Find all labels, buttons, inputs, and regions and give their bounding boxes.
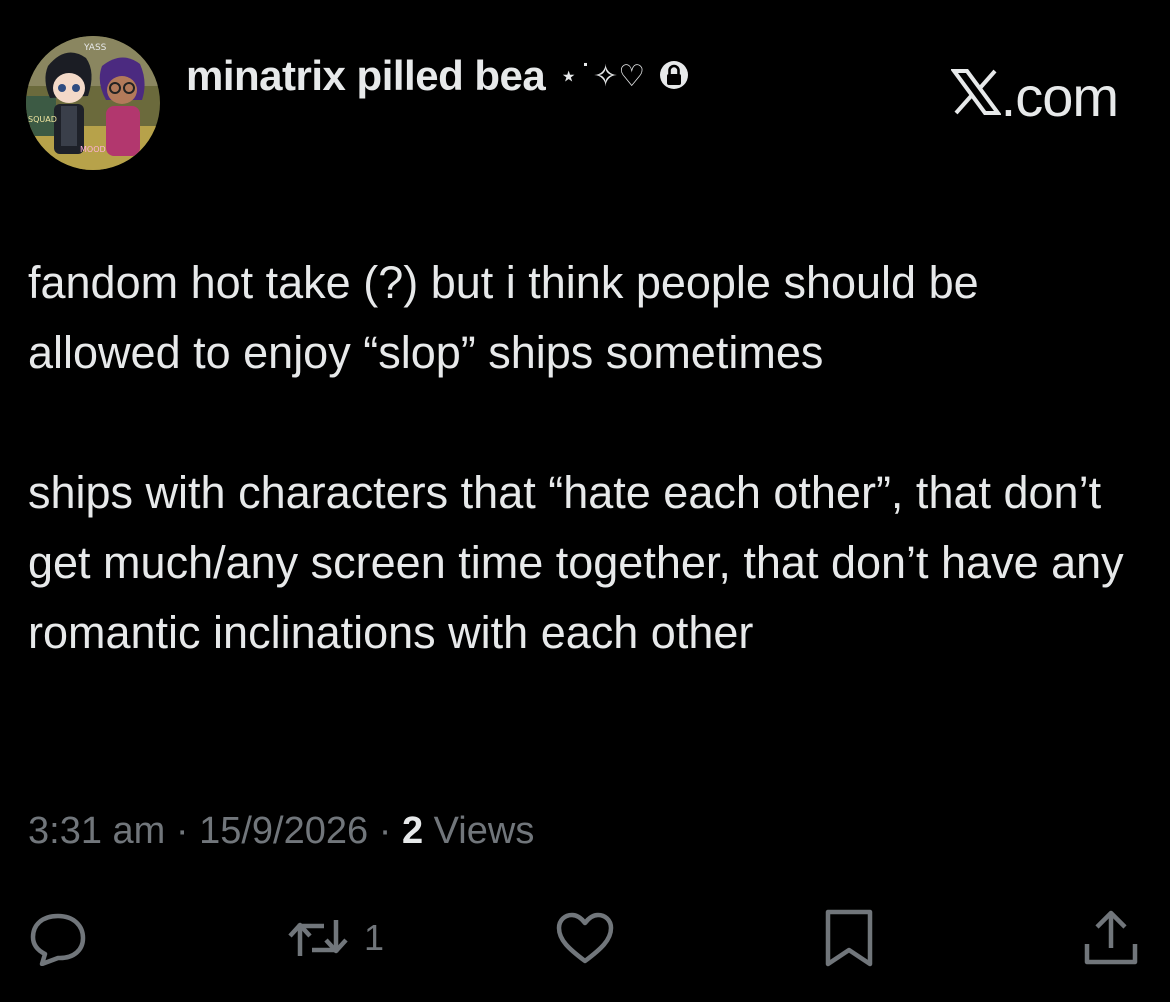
views-label[interactable]: Views [434,810,535,852]
repost-icon [286,914,350,962]
share-button[interactable] [1082,898,1140,978]
tweet-date[interactable]: 15/9/2026 [199,810,368,852]
bookmark-icon [822,908,876,968]
reply-icon [28,910,88,966]
avatar-image: YASS SQUAD MOOD [26,36,160,170]
tweet-paragraph: ships with characters that “hate each ot… [28,467,1124,658]
repost-button[interactable]: 1 [286,898,384,978]
tweet-paragraph: fandom hot take (?) but i think people s… [28,257,979,378]
x-logo-icon [949,64,1002,129]
author-row: minatrix pilled bea ⋆˙✧♡ [186,52,689,100]
author-display-name[interactable]: minatrix pilled bea [186,52,546,100]
lock-icon [659,57,689,96]
svg-text:YASS: YASS [83,43,107,53]
meta-separator: · [378,810,392,852]
tweet-meta: 3:31 am · 15/9/2026 · 2 Views [28,810,534,853]
heart-icon [555,911,615,965]
brand-watermark: .com [949,64,1119,129]
bookmark-button[interactable] [822,898,876,978]
brand-domain: .com [1000,65,1119,128]
reply-button[interactable] [28,898,88,978]
views-count[interactable]: 2 [402,810,423,852]
meta-separator: · [175,810,189,852]
svg-text:MOOD: MOOD [80,145,106,154]
name-decoration: ⋆˙✧♡ [559,58,646,94]
svg-text:SQUAD: SQUAD [28,115,57,124]
like-button[interactable] [555,898,615,978]
avatar[interactable]: YASS SQUAD MOOD [26,36,160,170]
repost-count: 1 [364,917,385,958]
action-bar: 1 [0,898,1170,978]
tweet-time[interactable]: 3:31 am [28,810,165,852]
share-icon [1082,908,1140,968]
tweet-text: fandom hot take (?) but i think people s… [28,248,1138,668]
